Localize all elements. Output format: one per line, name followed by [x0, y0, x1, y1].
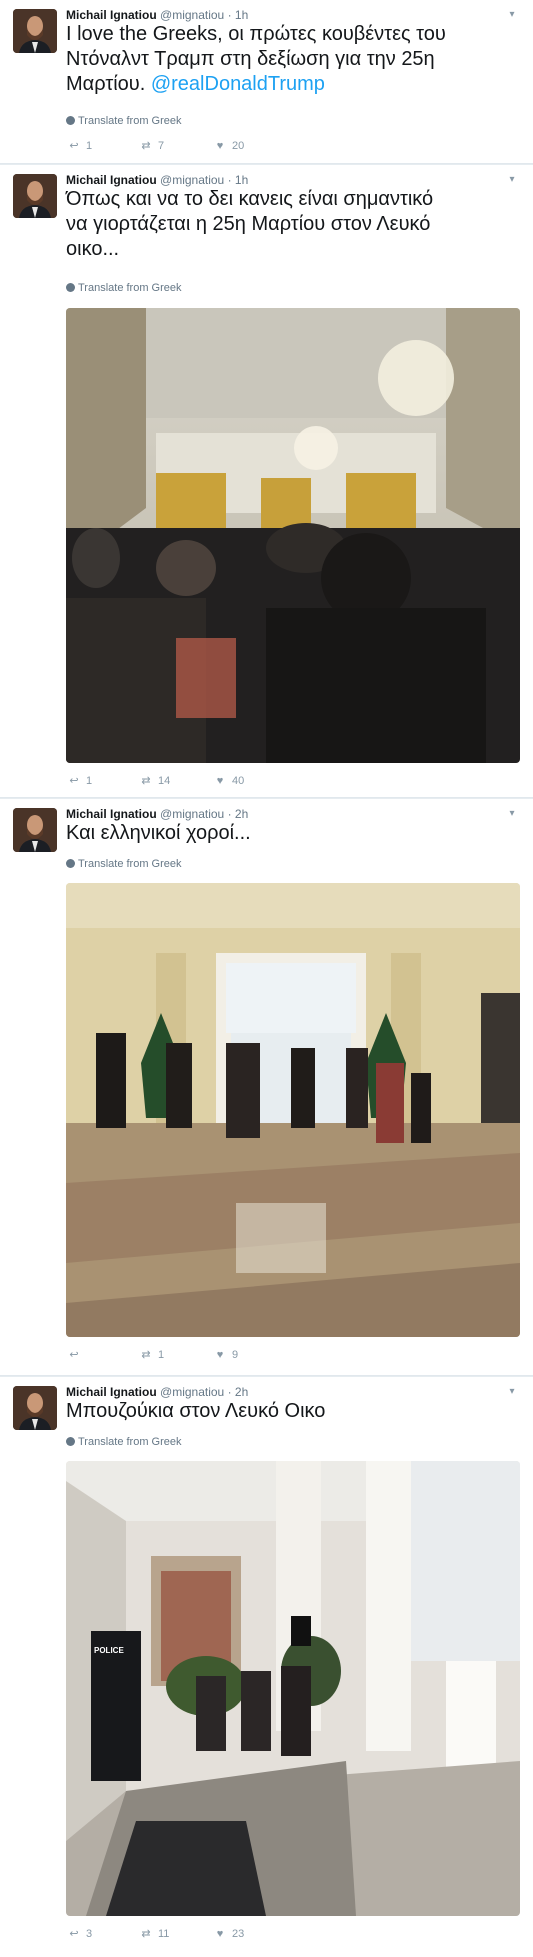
separator-dot: · — [227, 807, 232, 821]
globe-icon — [66, 1437, 75, 1446]
translate-link[interactable]: Translate from Greek — [66, 857, 182, 871]
tweet-text-line: Μπουζούκια στον Λευκό Οικο — [66, 1400, 326, 1422]
author-handle[interactable]: @mignatiou — [160, 1385, 224, 1399]
tweet-text: Και ελληνικοί χοροί... — [66, 821, 521, 846]
tweet-text-line: Όπως και να το δει κανεις είναι σημαντικ… — [66, 188, 434, 210]
tweet-text: I love the Greeks, οι πρώτες κουβέντες τ… — [66, 22, 521, 97]
separator-dot: · — [227, 1385, 232, 1399]
author-name[interactable]: Michail Ignatiou — [66, 807, 157, 821]
heart-icon: ♥ — [216, 1928, 224, 1940]
reply-count: 1 — [86, 775, 93, 787]
tweet-text-segment: Μαρτίου. — [66, 73, 146, 95]
like-count: 23 — [232, 1928, 245, 1940]
translate-link[interactable]: Translate from Greek — [66, 1435, 182, 1449]
heart-icon: ♥ — [216, 140, 224, 152]
reply-icon: ↩ — [69, 140, 79, 152]
retweet-count: 7 — [158, 140, 165, 152]
tweet-text-line: Ντόναλντ Τραμπ στη δεξίωση για την 25η — [66, 48, 435, 70]
translate-label: Translate from Greek — [78, 1436, 182, 1448]
heart-icon: ♥ — [216, 1349, 224, 1361]
timeline: Michail Ignatiou @mignatiou · 1h ▾ I lov… — [0, 0, 533, 1957]
author-handle[interactable]: @mignatiou — [160, 807, 224, 821]
tweet[interactable]: Michail Ignatiou @mignatiou · 1h ▾ I lov… — [0, 0, 533, 164]
timestamp[interactable]: 2h — [235, 807, 248, 821]
avatar[interactable] — [13, 1386, 57, 1430]
retweet-count: 11 — [158, 1928, 170, 1940]
like-count: 9 — [232, 1349, 239, 1361]
reply-icon: ↩ — [69, 1928, 79, 1940]
avatar[interactable] — [13, 9, 57, 53]
author-handle[interactable]: @mignatiou — [160, 8, 224, 22]
tweet-text-line: οικο... — [66, 238, 120, 260]
tweet-text: Όπως και να το δει κανεις είναι σημαντικ… — [66, 187, 521, 262]
tweet-photo[interactable] — [66, 883, 520, 1337]
translate-label: Translate from Greek — [78, 858, 182, 870]
reply-count: 1 — [86, 140, 93, 152]
translate-link[interactable]: Translate from Greek — [66, 114, 182, 128]
timestamp[interactable]: 1h — [235, 8, 248, 22]
globe-icon — [66, 859, 75, 868]
retweet-count: 14 — [158, 775, 171, 787]
retweet-icon: ⇄ — [141, 1928, 151, 1940]
author-name[interactable]: Michail Ignatiou — [66, 173, 157, 187]
tweet[interactable]: Michail Ignatiou @mignatiou · 1h ▾ Όπως … — [0, 165, 533, 798]
reply-button[interactable]: ↩ 1 — [66, 138, 92, 154]
reply-button[interactable]: ↩ — [66, 1347, 86, 1363]
retweet-button[interactable]: ⇄ 11 — [138, 1926, 169, 1942]
avatar[interactable] — [13, 808, 57, 852]
like-button[interactable]: ♥ 40 — [212, 773, 245, 789]
tweet[interactable]: Michail Ignatiou @mignatiou · 2h ▾ Μπουζ… — [0, 1377, 533, 1957]
tweet-photo[interactable] — [66, 308, 520, 763]
translate-label: Translate from Greek — [78, 115, 182, 127]
retweet-icon: ⇄ — [141, 1349, 151, 1361]
tweet-photo[interactable]: POLICE — [66, 1461, 520, 1916]
like-count: 40 — [232, 775, 245, 787]
retweet-button[interactable]: ⇄ 1 — [138, 1347, 164, 1363]
timestamp[interactable]: 2h — [235, 1385, 248, 1399]
tweet-text-line: να γιορτάζεται η 25η Μαρτίου στον Λευκό — [66, 213, 431, 235]
like-button[interactable]: ♥ 20 — [212, 138, 245, 154]
separator-dot: · — [227, 173, 232, 187]
like-count: 20 — [232, 140, 245, 152]
author-name[interactable]: Michail Ignatiou — [66, 1385, 157, 1399]
mention-link[interactable]: @realDonaldTrump — [151, 73, 325, 95]
police-vest-label: POLICE — [94, 1646, 124, 1655]
author-name[interactable]: Michail Ignatiou — [66, 8, 157, 22]
reply-button[interactable]: ↩ 3 — [66, 1926, 92, 1942]
like-button[interactable]: ♥ 23 — [212, 1926, 245, 1942]
tweet-text-line: Και ελληνικοί χοροί... — [66, 822, 251, 844]
like-button[interactable]: ♥ 9 — [212, 1347, 238, 1363]
globe-icon — [66, 116, 75, 125]
tweet-text-line: I love the Greeks, οι πρώτες κουβέντες τ… — [66, 23, 446, 45]
retweet-count: 1 — [158, 1349, 165, 1361]
reply-count: 3 — [86, 1928, 93, 1940]
timestamp[interactable]: 1h — [235, 173, 248, 187]
reply-icon: ↩ — [69, 775, 79, 787]
tweet-text: Μπουζούκια στον Λευκό Οικο — [66, 1399, 521, 1424]
tweet[interactable]: Michail Ignatiou @mignatiou · 2h ▾ Και ε… — [0, 799, 533, 1376]
heart-icon: ♥ — [216, 775, 224, 787]
retweet-icon: ⇄ — [141, 775, 151, 787]
retweet-button[interactable]: ⇄ 14 — [138, 773, 170, 789]
reply-button[interactable]: ↩ 1 — [66, 773, 92, 789]
author-handle[interactable]: @mignatiou — [160, 173, 224, 187]
translate-link[interactable]: Translate from Greek — [66, 281, 182, 295]
separator-dot: · — [227, 8, 232, 22]
tweet-text-line: Μαρτίου. @realDonaldTrump — [66, 72, 521, 97]
retweet-button[interactable]: ⇄ 7 — [138, 138, 164, 154]
avatar[interactable] — [13, 174, 57, 218]
globe-icon — [66, 283, 75, 292]
reply-icon: ↩ — [69, 1349, 79, 1361]
translate-label: Translate from Greek — [78, 282, 182, 294]
retweet-icon: ⇄ — [141, 140, 151, 152]
